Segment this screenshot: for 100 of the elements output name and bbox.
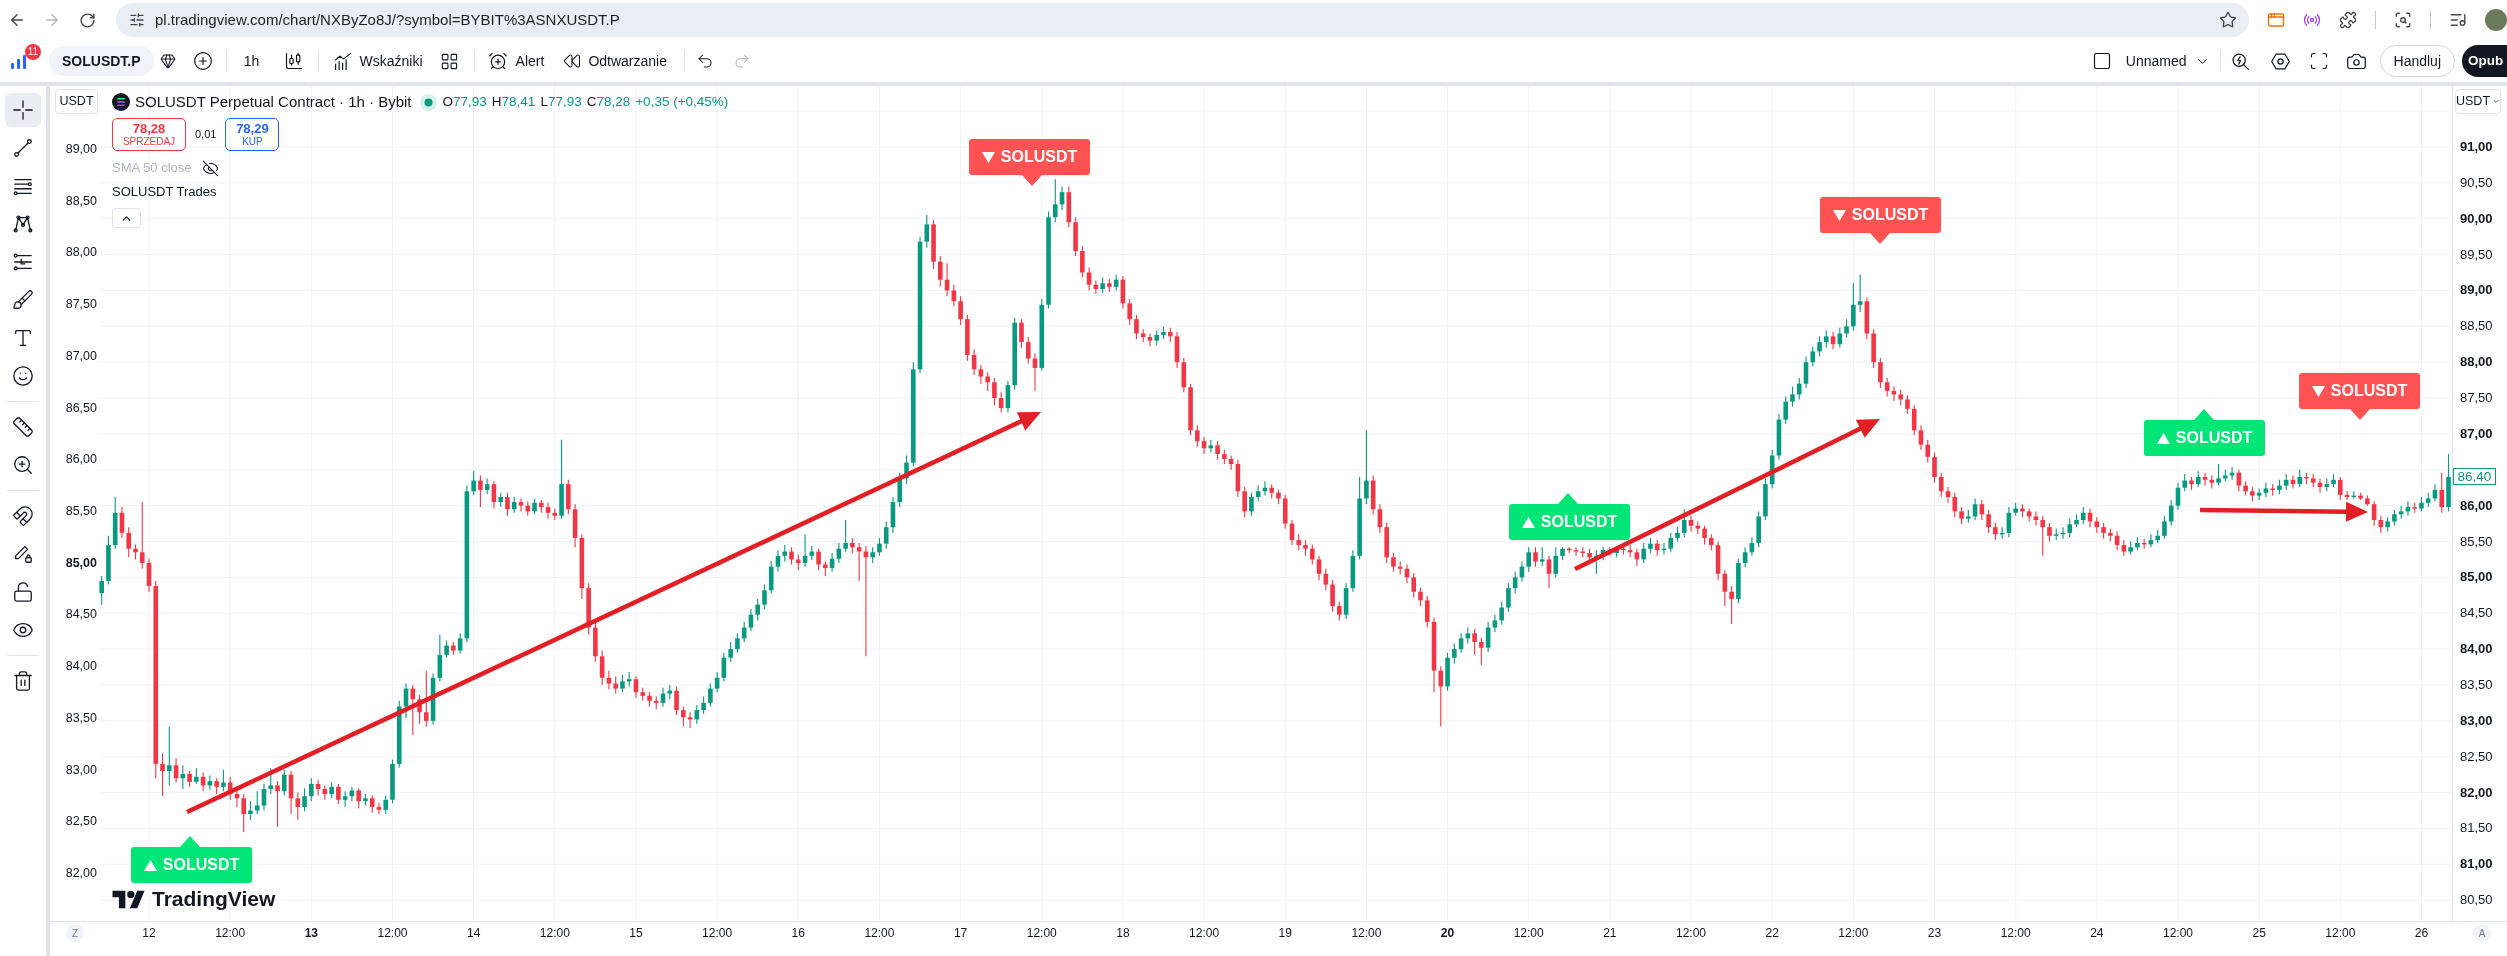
- price-scale-label: 82,00: [64, 866, 97, 881]
- candlestick: [856, 542, 862, 582]
- candlestick: [768, 561, 774, 594]
- candlestick: [1134, 314, 1139, 340]
- alert-button[interactable]: Alert: [482, 44, 550, 78]
- publish-button[interactable]: Opub: [2462, 45, 2507, 77]
- candlestick: [1878, 357, 1883, 389]
- candlestick: [471, 470, 476, 496]
- candlestick: [309, 777, 314, 802]
- candlestick: [376, 802, 382, 815]
- price-scale-label: 83,00: [64, 762, 97, 777]
- price-scale-label: 87,00: [2460, 425, 2493, 442]
- candlestick: [1323, 568, 1329, 591]
- time-scale-label: 26: [2414, 926, 2429, 940]
- candlestick: [1438, 665, 1444, 728]
- candlestick: [268, 767, 274, 795]
- candlestick: [1681, 508, 1687, 538]
- puzzle-icon[interactable]: [2339, 11, 2357, 29]
- candlestick: [1506, 582, 1511, 613]
- candlestick: [1742, 546, 1748, 568]
- price-scale-label: 84,50: [64, 607, 97, 622]
- gem-icon: [159, 53, 176, 69]
- price-scale-label: 82,00: [2460, 784, 2493, 801]
- time-scale-label: 15: [629, 926, 643, 940]
- site-settings-icon[interactable]: [129, 12, 145, 28]
- candlestick: [1851, 282, 1856, 332]
- candlestick: [126, 526, 132, 558]
- price-scale-label: 85,50: [2460, 533, 2493, 550]
- candlestick: [1391, 552, 1396, 573]
- brush-icon: [12, 289, 34, 311]
- candlestick: [1553, 546, 1559, 578]
- eye-off-icon[interactable]: [201, 159, 219, 177]
- candlestick: [1080, 245, 1085, 279]
- z-toggle-button[interactable]: Z: [66, 924, 84, 942]
- auto-scale-button[interactable]: A: [2473, 924, 2491, 942]
- time-scale-label: 12:00: [377, 926, 408, 940]
- indicators-icon: [332, 50, 354, 72]
- candlestick: [978, 364, 984, 385]
- scan-search-icon[interactable]: [2394, 11, 2412, 29]
- candlestick: [1337, 601, 1342, 621]
- candlestick: [1945, 486, 1951, 504]
- candlestick: [1817, 335, 1822, 357]
- address-bar[interactable]: pl.tradingview.com/chart/NXByZo8J/?symbol=BYBIT%3ASNXUSDT.P: [116, 3, 2249, 37]
- redo-icon: [733, 52, 751, 70]
- candlestick: [728, 641, 733, 663]
- price-scale-label: 81,00: [2460, 856, 2493, 873]
- time-scale-label: 12:00: [1838, 926, 1869, 940]
- marker-symbol: SOLUSDT: [1000, 148, 1078, 166]
- candlestick: [1986, 509, 1991, 534]
- candlestick: [1147, 332, 1153, 347]
- layout-name-button[interactable]: Unnamed: [2121, 44, 2214, 78]
- indicators-button[interactable]: Wskaźniki: [327, 44, 428, 78]
- time-scale-label: 20: [1440, 926, 1455, 940]
- price-scale-label: 88,50: [2460, 318, 2493, 335]
- candlestick: [1668, 532, 1674, 553]
- candlestick: [1688, 515, 1694, 533]
- interval-button[interactable]: 1h: [233, 44, 270, 78]
- candlestick: [897, 472, 903, 508]
- sell-button[interactable]: 78,28 SPRZEDAJ: [112, 118, 186, 151]
- replay-button[interactable]: Odtwarzanie: [558, 44, 672, 78]
- candlestick: [336, 783, 341, 805]
- candlestick: [1911, 404, 1917, 436]
- candlestick: [958, 295, 963, 326]
- crosshair-tool-button[interactable]: [5, 93, 41, 127]
- magnet-icon: [12, 505, 34, 527]
- time-scale-label: 12:00: [1513, 926, 1544, 940]
- price-scale-label: 82,50: [64, 814, 97, 829]
- candlestick: [383, 794, 389, 815]
- symbol-button[interactable]: SOLUSDT.P: [49, 46, 154, 76]
- unlock-icon: [12, 581, 34, 603]
- indicator-name[interactable]: SOLUSDT Trades: [112, 182, 217, 202]
- radio-waves-icon[interactable]: [2303, 11, 2321, 29]
- candlestick: [985, 371, 990, 392]
- candlestick: [1452, 642, 1457, 665]
- candlestick: [2121, 539, 2127, 557]
- buy-button[interactable]: 78,29 KUP: [225, 118, 280, 151]
- candlestick: [708, 683, 713, 708]
- collapse-legend-button[interactable]: [112, 208, 141, 228]
- bookmark-star-icon[interactable]: [2219, 11, 2237, 29]
- price-scale-label: 90,50: [2460, 174, 2493, 191]
- time-scale-label: 12:00: [702, 926, 733, 940]
- candlestick: [775, 549, 781, 573]
- avatar-icon[interactable]: [2485, 9, 2507, 31]
- candlestick: [1472, 628, 1477, 656]
- candlestick: [681, 705, 686, 728]
- coin-logo-icon: [112, 93, 130, 111]
- logo-mark-icon: [112, 888, 146, 910]
- right-currency-button[interactable]: USDT: [2455, 89, 2501, 114]
- left-currency-button[interactable]: USDT: [55, 89, 98, 114]
- playlist-icon[interactable]: [2449, 11, 2467, 29]
- time-scale-label: 18: [1116, 926, 1130, 940]
- undo-icon: [696, 52, 714, 70]
- time-scale-label: 12:00: [1026, 926, 1057, 940]
- window-icon[interactable]: [2267, 11, 2285, 29]
- candlestick: [1052, 178, 1058, 223]
- menu-logo-button[interactable]: 11: [1, 44, 41, 78]
- candlestick: [349, 786, 355, 802]
- time-scale-label: 12:00: [539, 926, 570, 940]
- candlestick: [755, 598, 760, 621]
- candlestick: [1249, 492, 1254, 517]
